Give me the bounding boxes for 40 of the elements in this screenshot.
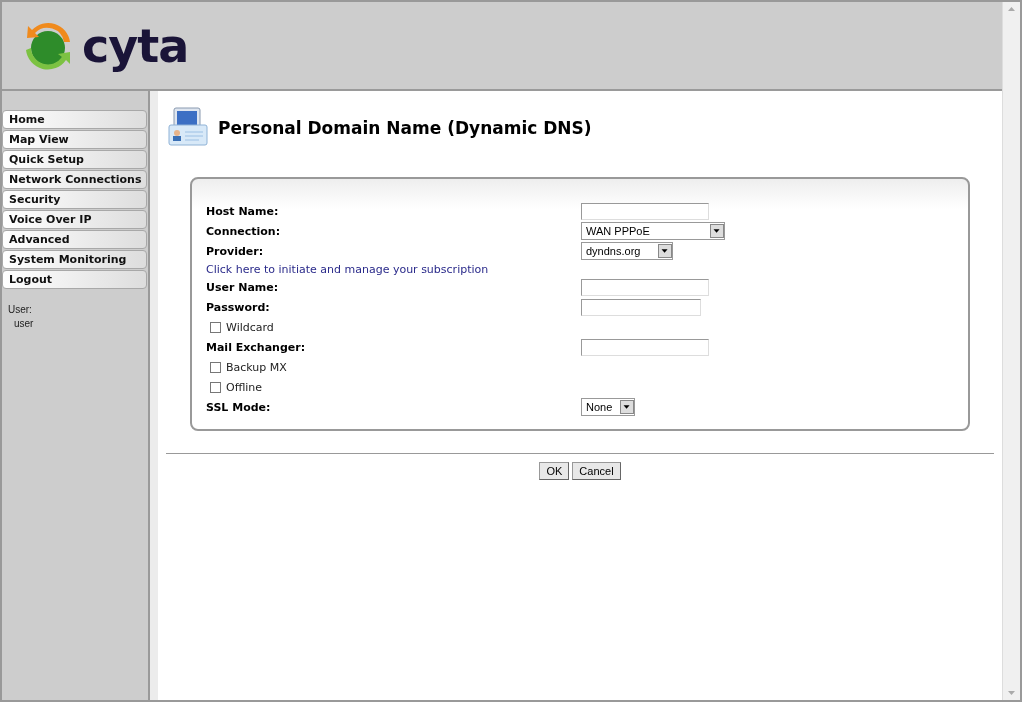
caret-icon xyxy=(620,400,634,414)
field-label: SSL Mode: xyxy=(206,400,272,414)
form-button[interactable]: OK xyxy=(539,462,570,480)
field-label: Host Name: xyxy=(206,204,280,218)
caret-icon xyxy=(710,224,724,238)
logo-text: cyta xyxy=(82,18,189,73)
text-field[interactable] xyxy=(581,298,701,316)
dropdown[interactable]: WAN PPPoE xyxy=(581,222,725,240)
nav-item[interactable]: Logout xyxy=(2,270,147,289)
checkbox[interactable] xyxy=(210,361,221,373)
field-label: Provider: xyxy=(206,244,265,258)
checkbox[interactable] xyxy=(210,321,221,333)
scrollbar[interactable] xyxy=(1002,2,1020,700)
nav-item[interactable]: Quick Setup xyxy=(2,150,147,169)
text-field[interactable] xyxy=(581,338,709,356)
dropdown[interactable]: dyndns.org xyxy=(581,242,673,260)
user-name: user xyxy=(14,318,35,329)
nav-item[interactable]: Advanced xyxy=(2,230,147,249)
nav-item[interactable]: Security xyxy=(2,190,147,209)
dropdown[interactable]: None xyxy=(581,398,635,416)
text-field[interactable] xyxy=(581,278,709,296)
field-label: Mail Exchanger: xyxy=(206,340,307,354)
nav-item[interactable]: Network Connections xyxy=(2,170,147,189)
checkbox-label: Wildcard xyxy=(226,320,274,334)
nav-item[interactable]: Home xyxy=(2,110,147,129)
form-button[interactable]: Cancel xyxy=(572,462,621,480)
field-label: Password: xyxy=(206,300,271,314)
checkbox-label: Offline xyxy=(226,380,263,394)
nav-item[interactable]: Map View xyxy=(2,130,147,149)
user-label: User: xyxy=(8,304,33,315)
page-title: Personal Domain Name (Dynamic DNS) xyxy=(218,118,592,138)
checkbox[interactable] xyxy=(210,381,221,393)
caret-icon xyxy=(658,244,672,258)
nav-item[interactable]: Voice Over IP xyxy=(2,210,147,229)
subscription-link[interactable]: Click here to initiate and manage your subscription xyxy=(206,262,489,276)
text-field[interactable] xyxy=(581,202,709,220)
field-label: Connection: xyxy=(206,224,282,238)
field-label: User Name: xyxy=(206,280,280,294)
checkbox-label: Backup MX xyxy=(226,360,287,374)
nav-item[interactable]: System Monitoring xyxy=(2,250,147,269)
